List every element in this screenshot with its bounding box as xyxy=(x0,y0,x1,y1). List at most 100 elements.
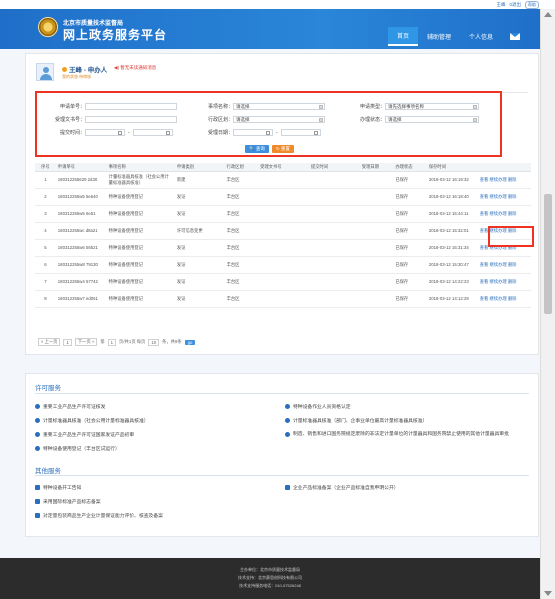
table-header: 序号 申请单号 事项名称 申请类别 行政区划 受理文书号 提交时间 受理日期 办… xyxy=(35,163,531,172)
results-table: 序号 申请单号 事项名称 申请类别 行政区划 受理文书号 提交时间 受理日期 办… xyxy=(35,163,531,308)
service-link[interactable]: 采用国际标准产品标志备案 xyxy=(35,498,101,505)
section-title-license: 许可服务 xyxy=(35,385,61,392)
top-links: 王峰 0退出 帮助 xyxy=(496,1,539,9)
platform-title: 网上政务服务平台 xyxy=(63,28,168,42)
search-buttons: 🔍 查询 ↻ 重置 xyxy=(245,145,294,153)
badge-icon xyxy=(35,404,40,409)
row-actions[interactable]: 查看 继续办理 删除 xyxy=(477,205,531,223)
prev-page-button[interactable]: « 上一页 xyxy=(38,338,61,346)
chevron-down-icon xyxy=(473,118,477,122)
nav-personal-info[interactable]: 个人信息 xyxy=(460,28,502,45)
divider xyxy=(35,475,529,476)
service-link[interactable]: 对定量包装商品生产企业计量保证能力评价、核查及备案 xyxy=(35,512,163,519)
apply-no-input[interactable] xyxy=(85,103,177,110)
calendar-icon[interactable] xyxy=(313,131,318,135)
vertical-scrollbar[interactable] xyxy=(540,9,555,599)
row-actions[interactable]: 查看 继续办理 删除 xyxy=(477,222,531,240)
row-actions[interactable]: 查看 继续办理 删除 xyxy=(477,239,531,257)
accept-date-start[interactable] xyxy=(233,129,273,136)
apply-type-field: 申请类型： 请先选择事项名称 xyxy=(355,103,479,110)
notice-text[interactable]: ◀) 暂无未读通知消息 xyxy=(114,65,156,71)
per-page-input[interactable]: 10 xyxy=(148,338,160,346)
item-name-field: 事项名称： 请选择 xyxy=(207,103,325,110)
service-link[interactable]: 企业产品标准备案（企业产品标准自我申明公开） xyxy=(285,484,399,491)
apply-type-select[interactable]: 请先选择事项名称 xyxy=(385,103,479,110)
accept-date-end[interactable] xyxy=(280,129,321,136)
scale-icon xyxy=(35,418,40,423)
submit-time-end[interactable] xyxy=(132,129,173,136)
avatar xyxy=(36,63,54,81)
service-link[interactable]: 特种设备使用登记（丰台区试运行） xyxy=(35,445,120,452)
mail-icon[interactable] xyxy=(510,33,520,40)
row-actions[interactable]: 查看 继续办理 删除 xyxy=(477,273,531,291)
user-status: 我的状态:待审核 xyxy=(62,74,92,79)
next-page-button[interactable]: 下一页 » xyxy=(74,338,98,346)
search-form: 申请单号： 事项名称： 请选择 申请类型： 请先选择事项名称 受理文书号： 行政… xyxy=(35,91,502,157)
scroll-thumb[interactable] xyxy=(544,194,552,314)
status-select[interactable]: 请选择 xyxy=(385,116,479,123)
district-field: 行政区划： 请选择 xyxy=(207,116,325,123)
go-button[interactable]: go xyxy=(184,339,196,345)
user-name: 王峰 - 申办人 xyxy=(62,64,107,74)
table-row: 2 180312255w5 5e640 特种设备使用登记 发证 丰台区 已保存 … xyxy=(35,188,531,206)
status-field: 办理状态： 请选择 xyxy=(355,116,479,123)
pager: « 上一页 1 下一页 » 第 1 页/共1页 每页 10 条，共8条 go xyxy=(38,338,196,346)
page-number[interactable]: 1 xyxy=(63,338,72,346)
submit-time-start[interactable] xyxy=(85,129,125,136)
footer-line: 技术支持：北京赛思创科技有限公司 xyxy=(238,575,302,580)
services-panel: 许可服务 重要工业产品生产许可证核发 计量标准器具核准（社会公用计量标准器具核准… xyxy=(25,373,539,537)
row-actions[interactable]: 查看 继续办理 删除 xyxy=(477,256,531,274)
calendar-icon[interactable] xyxy=(165,131,170,135)
district-select[interactable]: 请选择 xyxy=(233,116,325,123)
main-nav: 首页 辅助管理 个人信息 xyxy=(387,27,520,46)
main-panel: 王峰 - 申办人 我的状态:待审核 ◀) 暂无未读通知消息 申请单号： 事项名称… xyxy=(25,53,539,355)
document-icon xyxy=(35,513,40,518)
row-actions[interactable]: 查看 继续办理 删除 xyxy=(477,171,531,189)
table-row: 8 180312255w7 ed051 特种设备使用登记 发证 丰台区 已保存 … xyxy=(35,290,531,308)
footer-line: 主办单位：北京市质量技术监督局 xyxy=(240,567,300,572)
service-link[interactable]: 重要工业产品生产许可证国家发证产品初审 xyxy=(35,431,134,438)
table-row: 7 180312255w4 57742 特种设备使用登记 发证 丰台区 已保存 … xyxy=(35,273,531,291)
calendar-icon[interactable] xyxy=(266,131,270,135)
gear-icon xyxy=(285,404,290,409)
document-icon xyxy=(35,485,40,490)
item-name-select[interactable]: 请选择 xyxy=(233,103,325,110)
logout-link[interactable]: 0退出 xyxy=(509,2,521,8)
row-actions[interactable]: 查看 继续办理 删除 xyxy=(477,188,531,206)
help-button[interactable]: 帮助 xyxy=(525,1,539,9)
table-row: 1 180312255629 2d30 计量标准器具核准（社会公用计量标准器具核… xyxy=(35,171,531,189)
scroll-down-icon[interactable] xyxy=(544,591,552,596)
chevron-down-icon xyxy=(473,105,477,109)
section-title-other: 其他服务 xyxy=(35,468,61,475)
chevron-down-icon xyxy=(319,105,323,109)
service-link[interactable]: 特种设备作业人员资格认定 xyxy=(285,403,351,410)
table-row: 5 180312255w6 56521 特种设备使用登记 发证 丰台区 已保存 … xyxy=(35,239,531,257)
query-button[interactable]: 🔍 查询 xyxy=(245,145,269,153)
accept-no-input[interactable] xyxy=(85,116,177,123)
nav-home[interactable]: 首页 xyxy=(387,27,418,46)
calendar-icon[interactable] xyxy=(118,131,122,135)
row-actions[interactable]: 查看 继续办理 删除 xyxy=(477,290,531,308)
emblem-logo xyxy=(38,17,58,37)
reset-button[interactable]: ↻ 重置 xyxy=(271,145,294,153)
scale-icon xyxy=(285,432,290,437)
document-icon xyxy=(35,499,40,504)
accept-no-field: 受理文书号： xyxy=(55,116,177,123)
gear-icon xyxy=(35,446,40,451)
person-icon xyxy=(62,67,67,72)
user-link[interactable]: 王峰 xyxy=(496,2,505,8)
page-input[interactable]: 1 xyxy=(107,338,117,346)
scroll-up-icon[interactable] xyxy=(544,12,552,17)
service-link[interactable]: 计量标准器具核准（社会公用计量标准器具核准） xyxy=(35,417,149,424)
service-link[interactable]: 特种设备开工告知 xyxy=(35,484,81,491)
badge-icon xyxy=(35,432,40,437)
service-link[interactable]: 重要工业产品生产许可证核发 xyxy=(35,403,105,410)
footer-line: 技术支持服务电话：010-57526248 xyxy=(239,583,301,588)
apply-no-field: 申请单号： xyxy=(55,103,177,110)
nav-aux-management[interactable]: 辅助管理 xyxy=(418,28,460,45)
submit-time-field: 提交时间： - xyxy=(55,129,173,136)
service-link[interactable]: 计量标准器具核准（部门、企事业单位最高计量标准器具核准） xyxy=(285,417,427,424)
service-link[interactable]: 制造、销售和进口国务院规定废除的非法定计量单位的计量器具和国务院禁止使用的其他计… xyxy=(285,431,533,438)
top-strip: 王峰 0退出 帮助 xyxy=(0,0,555,9)
table-row: 4 180312255wc d8a21 特种设备使用登记 许可信息变更 丰台区 … xyxy=(35,222,531,240)
